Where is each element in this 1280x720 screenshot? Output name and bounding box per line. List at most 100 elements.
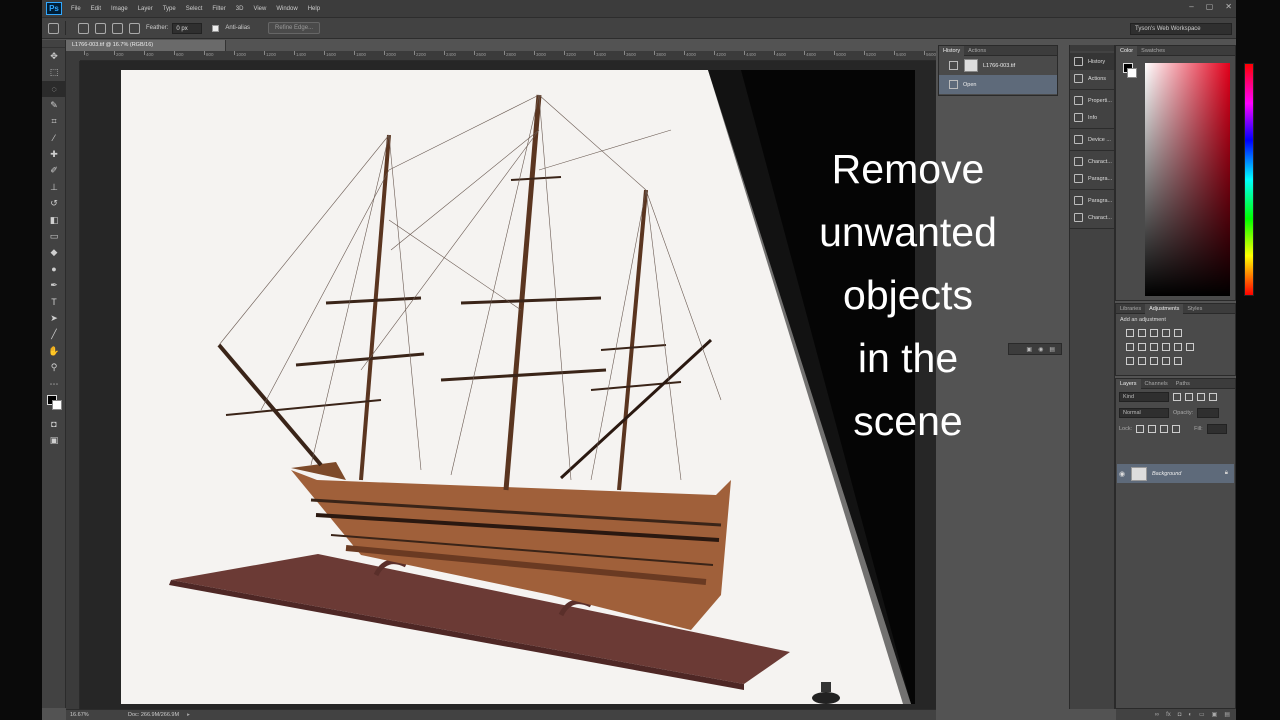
marquee-tool-icon[interactable]: ⬚ (42, 64, 66, 80)
crop-tool-icon[interactable]: ⌗ (42, 114, 66, 130)
healing-brush-tool-icon[interactable]: ✚ (42, 146, 66, 162)
tab-libraries[interactable]: Libraries (1116, 304, 1145, 314)
history-state-row[interactable]: Open (939, 75, 1057, 94)
invert-icon[interactable] (1126, 357, 1134, 365)
photo-filter-icon[interactable] (1162, 343, 1170, 351)
tab-adjustments[interactable]: Adjustments (1145, 303, 1184, 314)
link-layers-icon[interactable]: ∞ (1155, 712, 1159, 718)
new-fill-adjustment-icon[interactable]: ◐ (1188, 712, 1192, 718)
color-picker-field[interactable] (1145, 63, 1230, 296)
status-menu-arrow-icon[interactable]: ▸ (187, 712, 190, 718)
tab-layers[interactable]: Layers (1116, 378, 1141, 389)
lasso-tool-icon[interactable]: ◌ (42, 80, 66, 98)
antialias-checkbox[interactable] (212, 24, 220, 32)
posterize-icon[interactable] (1138, 357, 1146, 365)
fill-input[interactable] (1206, 424, 1227, 434)
color-balance-icon[interactable] (1138, 343, 1146, 351)
menu-layer[interactable]: Layer (133, 6, 158, 12)
background-color-swatch[interactable] (52, 400, 62, 411)
dock-info[interactable]: Info (1070, 109, 1114, 126)
minimize-icon[interactable]: – (1189, 2, 1193, 11)
shape-tool-icon[interactable]: ╱ (42, 327, 66, 343)
filter-type-icon[interactable] (1197, 393, 1205, 401)
new-selection-icon[interactable] (78, 22, 89, 34)
delete-layer-icon[interactable]: ▤ (1224, 711, 1230, 718)
filter-shape-icon[interactable] (1209, 393, 1217, 401)
workspace-select[interactable]: Tyson's Web Workspace (1130, 23, 1232, 35)
channel-mixer-icon[interactable] (1174, 343, 1182, 351)
menu-help[interactable]: Help (303, 6, 325, 12)
screen-mode-icon[interactable]: ▣ (42, 433, 66, 449)
gradient-tool-icon[interactable]: ▭ (42, 228, 66, 244)
path-selection-tool-icon[interactable]: ➤ (42, 310, 66, 326)
layer-filter-kind-select[interactable]: Kind (1119, 392, 1169, 402)
tab-history[interactable]: History (939, 45, 965, 56)
menu-file[interactable]: File (66, 6, 86, 12)
tab-paths[interactable]: Paths (1172, 379, 1194, 389)
clone-stamp-tool-icon[interactable]: ⊥ (42, 179, 66, 195)
menu-image[interactable]: Image (106, 6, 133, 12)
quick-selection-tool-icon[interactable]: ✎ (42, 97, 66, 113)
blend-mode-select[interactable]: Normal (1119, 408, 1169, 418)
color-lookup-icon[interactable] (1186, 343, 1194, 351)
history-brush-tool-icon[interactable]: ↺ (42, 196, 66, 212)
levels-icon[interactable] (1138, 329, 1146, 337)
new-group-icon[interactable]: ▭ (1199, 711, 1205, 718)
lock-all-icon[interactable] (1172, 425, 1181, 433)
feather-input[interactable]: 0 px (172, 22, 203, 34)
filter-adjustment-icon[interactable] (1185, 393, 1193, 401)
lock-image-icon[interactable] (1148, 425, 1157, 433)
close-icon[interactable]: ✕ (1225, 2, 1232, 11)
filter-pixel-icon[interactable] (1173, 393, 1181, 401)
vibrance-icon[interactable] (1174, 329, 1182, 337)
horizontal-ruler[interactable]: 0 200 400 600 800 1000 1200 1400 1600 1800 2000 220… (80, 51, 936, 61)
dock-properties[interactable]: Properti... (1070, 92, 1114, 109)
menu-filter[interactable]: Filter (207, 6, 230, 12)
refine-edge-button[interactable]: Refine Edge... (268, 22, 321, 34)
menu-type[interactable]: Type (158, 6, 181, 12)
add-selection-icon[interactable] (95, 22, 106, 34)
history-snapshot-row[interactable]: L1766-003.tif (939, 56, 1057, 75)
layer-style-icon[interactable]: fx (1166, 712, 1171, 718)
selective-color-icon[interactable] (1162, 357, 1170, 365)
menu-3d[interactable]: 3D (231, 6, 249, 12)
tab-channels[interactable]: Channels (1141, 379, 1172, 389)
zoom-tool-icon[interactable]: ⚲ (42, 359, 66, 375)
ruler-origin[interactable] (66, 51, 80, 61)
layer-row-background[interactable]: ◉ Background 🔒︎ (1117, 464, 1234, 483)
pen-tool-icon[interactable]: ✒ (42, 277, 66, 293)
opacity-input[interactable] (1197, 408, 1220, 418)
color-swatches[interactable] (42, 392, 66, 416)
tool-extra-icon[interactable]: ⋯ (42, 376, 66, 392)
black-white-icon[interactable] (1150, 343, 1158, 351)
restore-icon[interactable]: ▢ (1206, 2, 1214, 11)
hue-slider[interactable] (1244, 63, 1254, 296)
visibility-eye-icon[interactable]: ◉ (1117, 470, 1127, 478)
menu-select[interactable]: Select (181, 6, 208, 12)
eyedropper-tool-icon[interactable]: ⁄ (42, 130, 66, 146)
menu-view[interactable]: View (248, 6, 271, 12)
subtract-selection-icon[interactable] (112, 22, 123, 34)
dock-history[interactable]: History (1070, 53, 1114, 70)
eraser-tool-icon[interactable]: ◧ (42, 212, 66, 228)
brush-tool-icon[interactable]: ✐ (42, 163, 66, 179)
history-brush-source-icon[interactable] (949, 61, 958, 70)
color-background-swatch[interactable] (1127, 68, 1137, 78)
menu-window[interactable]: Window (271, 6, 302, 12)
hue-saturation-icon[interactable] (1126, 343, 1134, 351)
dodge-tool-icon[interactable]: ● (42, 261, 66, 277)
blur-tool-icon[interactable]: ◆ (42, 245, 66, 261)
threshold-icon[interactable] (1150, 357, 1158, 365)
tab-styles[interactable]: Styles (1183, 304, 1206, 314)
brightness-contrast-icon[interactable] (1126, 329, 1134, 337)
lasso-tool-preset-icon[interactable] (48, 22, 59, 34)
tab-swatches[interactable]: Swatches (1137, 46, 1169, 56)
tab-actions[interactable]: Actions (964, 46, 990, 56)
layer-mask-icon[interactable]: ◘ (1178, 712, 1182, 718)
lock-transparent-icon[interactable] (1136, 425, 1145, 433)
move-tool-icon[interactable]: ✥ (42, 48, 66, 64)
menu-edit[interactable]: Edit (86, 6, 106, 12)
dock-actions[interactable]: Actions (1070, 70, 1114, 87)
tab-color[interactable]: Color (1116, 45, 1138, 56)
zoom-level[interactable]: 16.67% (66, 712, 89, 718)
